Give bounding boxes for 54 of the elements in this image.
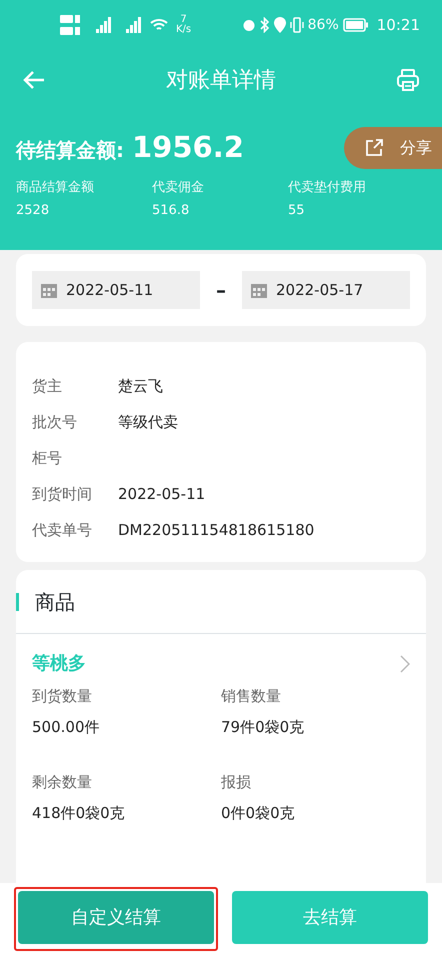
stat-label: 代卖垫付费用 <box>288 178 367 196</box>
speed-value: 7 <box>180 15 187 25</box>
section-marker <box>16 592 19 610</box>
page-title: 对账单详情 <box>166 66 276 94</box>
bluetooth-icon <box>260 17 270 33</box>
section-title: 商品 <box>35 588 75 616</box>
date-separator: – <box>215 277 227 304</box>
info-label: 货主 <box>32 376 63 397</box>
location-icon <box>274 17 286 33</box>
info-value: 楚云飞 <box>118 376 163 397</box>
start-date-field[interactable]: 2022-05-11 <box>32 271 200 309</box>
settle-button[interactable]: 自定义结算 <box>18 891 214 944</box>
vibrate-icon <box>290 17 304 33</box>
share-icon <box>364 138 384 158</box>
stat-value: 2528 <box>16 202 50 220</box>
field-value: 0件0袋0克 <box>221 802 296 824</box>
alarm-icon <box>242 18 256 32</box>
info-value: 等级代卖 <box>118 412 178 433</box>
field-label: 销售数量 <box>221 686 282 707</box>
field-label: 到货数量 <box>32 686 93 707</box>
info-value: DM220511154818615180 <box>118 520 314 541</box>
field-label: 报损 <box>221 772 252 793</box>
stat-value: 516.8 <box>152 202 190 220</box>
wifi-icon <box>150 18 168 32</box>
stat-value: 55 <box>288 202 306 220</box>
settle-button[interactable]: 去结算 <box>232 891 428 944</box>
speed-unit: K/s <box>176 25 192 35</box>
field-value: 79件0袋0克 <box>221 716 306 738</box>
battery-icon <box>342 18 369 32</box>
info-label: 到货时间 <box>32 484 93 505</box>
calendar-icon <box>40 281 58 299</box>
chevron-right-icon[interactable] <box>400 654 410 672</box>
stat-label: 商品结算金额 <box>16 178 95 196</box>
calendar-icon <box>250 281 268 299</box>
field-label: 剩余数量 <box>32 772 93 793</box>
battery-percent: 86% <box>308 16 339 34</box>
field-value: 418件0袋0克 <box>32 802 126 824</box>
clock-time: 10:21 <box>376 14 420 36</box>
info-label: 批次号 <box>32 412 78 433</box>
printer-icon[interactable] <box>396 68 420 92</box>
sim-icon <box>60 13 82 37</box>
date-value: 2022-05-11 <box>66 280 154 301</box>
end-date-field[interactable]: 2022-05-17 <box>242 271 410 309</box>
info-label: 柜号 <box>32 448 63 469</box>
back-arrow-icon[interactable] <box>22 70 46 90</box>
stat-label: 代卖佣金 <box>152 178 205 196</box>
pending-amount-label: 待结算金额: <box>16 137 124 164</box>
field-value: 500.00件 <box>32 716 100 738</box>
pending-amount: 1956.2 <box>132 129 244 166</box>
product-name: 等桃多 <box>32 652 86 676</box>
info-label: 代卖单号 <box>32 520 93 541</box>
share-button[interactable]: 分享 <box>344 126 442 169</box>
date-value: 2022-05-17 <box>276 280 364 301</box>
info-value: 2022-05-11 <box>118 484 206 505</box>
